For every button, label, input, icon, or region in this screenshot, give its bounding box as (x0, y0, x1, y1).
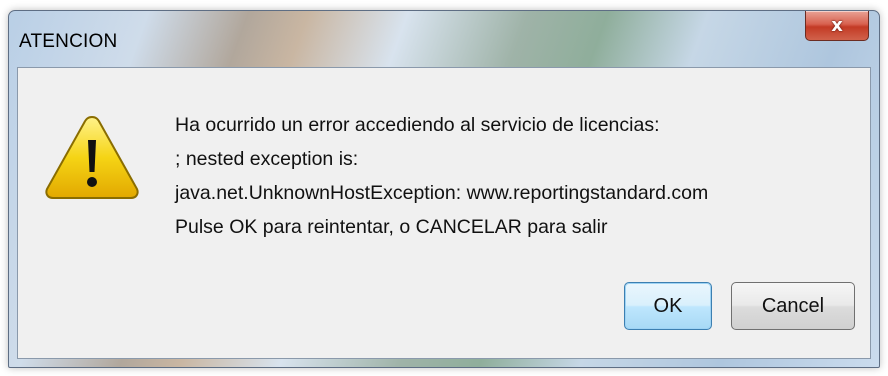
warning-icon (45, 115, 139, 199)
window-title: ATENCION (19, 31, 118, 52)
message-line: java.net.UnknownHostException: www.repor… (175, 182, 709, 204)
message-line: Ha ocurrido un error accediendo al servi… (175, 114, 660, 136)
title-bar[interactable]: ATENCION x (9, 11, 879, 67)
cancel-button[interactable]: Cancel (731, 282, 855, 330)
dialog-window: ATENCION x Ha ocurrido un error accedien… (8, 10, 880, 368)
dialog-content: Ha ocurrido un error accediendo al servi… (17, 67, 871, 359)
close-button[interactable]: x (805, 11, 869, 41)
message-line: ; nested exception is: (175, 148, 359, 170)
message-line: Pulse OK para reintentar, o CANCELAR par… (175, 216, 608, 238)
close-icon: x (831, 14, 843, 36)
ok-button[interactable]: OK (624, 282, 712, 330)
error-message: Ha ocurrido un error accediendo al servi… (175, 108, 708, 244)
